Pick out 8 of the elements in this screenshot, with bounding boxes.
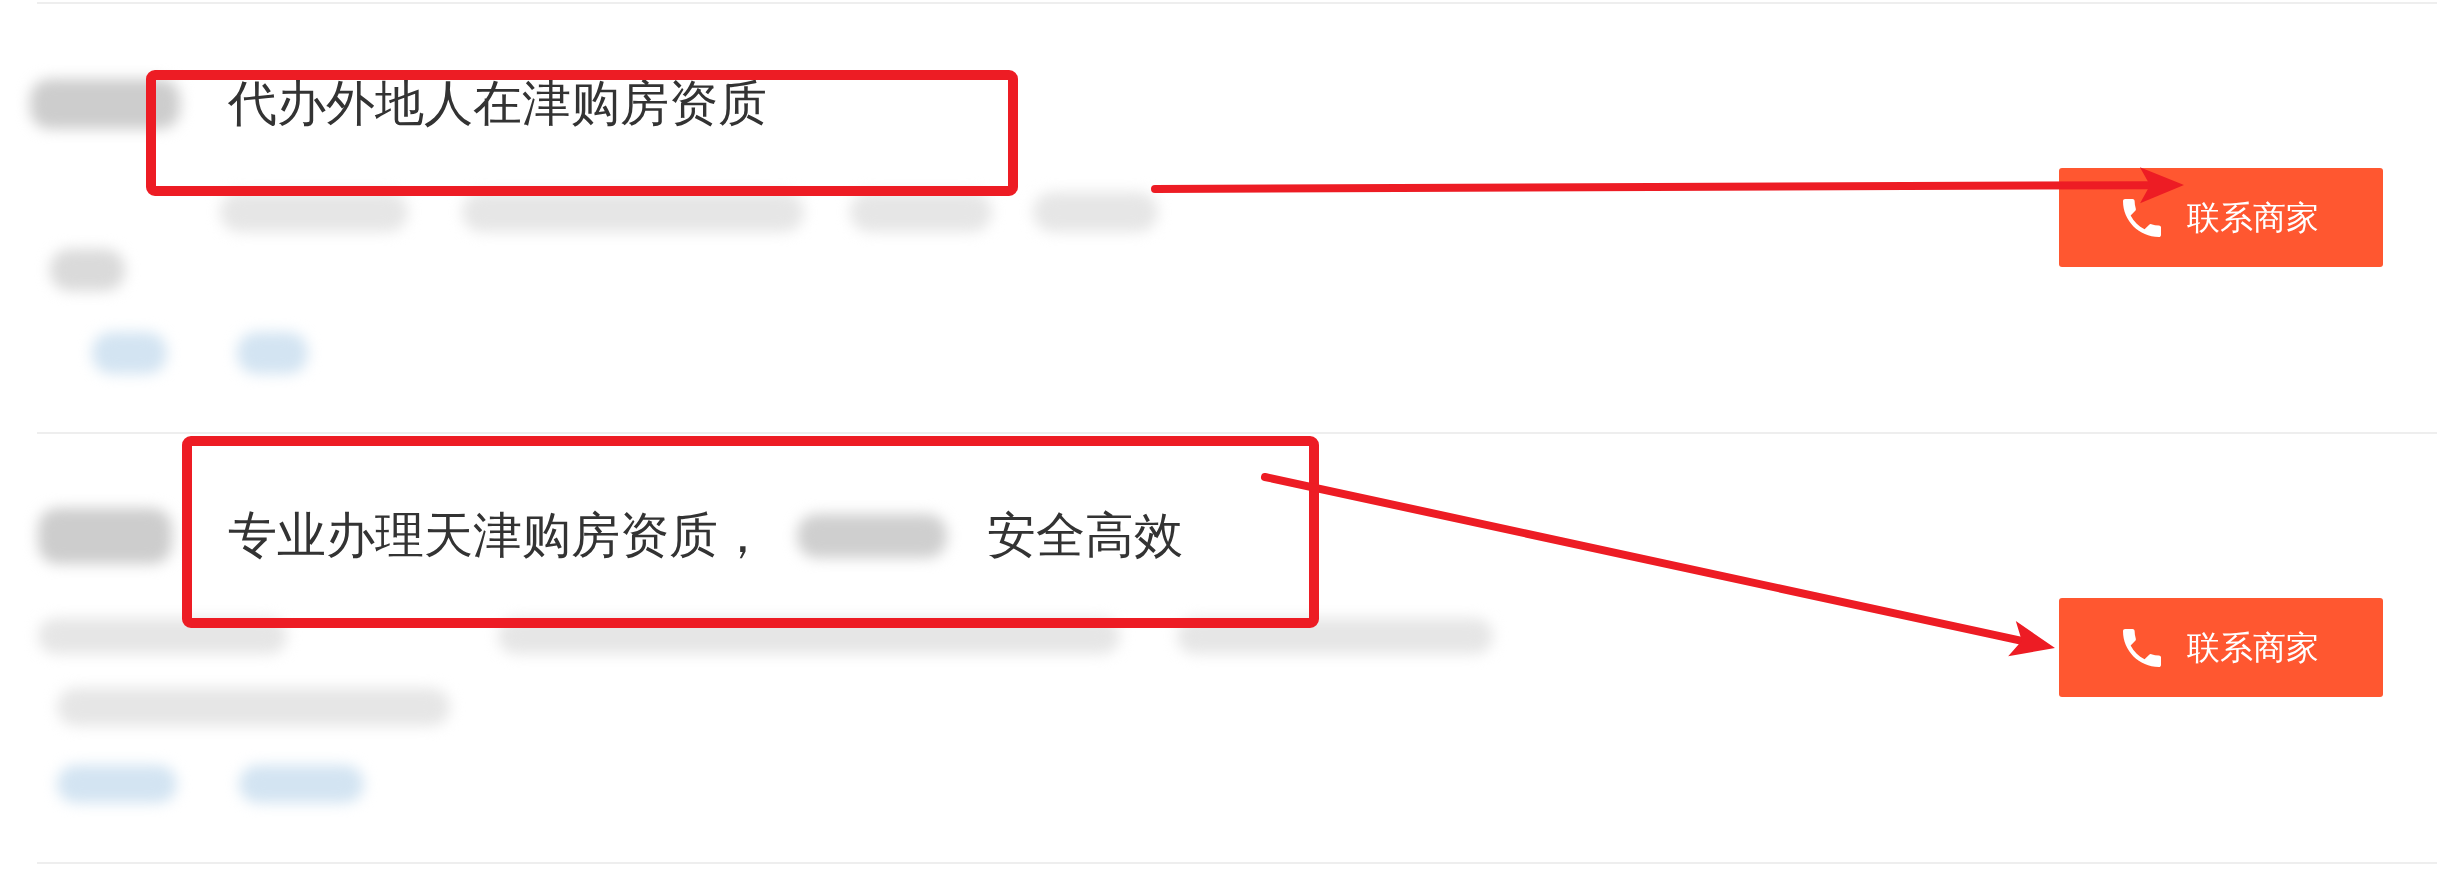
phone-icon: [2123, 198, 2161, 237]
blurred-tag: [237, 332, 308, 374]
listing-title: 专业办理天津购房资质，: [228, 506, 767, 566]
contact-button[interactable]: 联系商家: [2059, 598, 2383, 697]
listing-title: 代办外地人在津购房资质: [228, 74, 767, 134]
phone-icon: [2123, 628, 2161, 667]
contact-button[interactable]: 联系商家: [2059, 168, 2383, 267]
listing-title: 安全高效: [987, 506, 1183, 566]
